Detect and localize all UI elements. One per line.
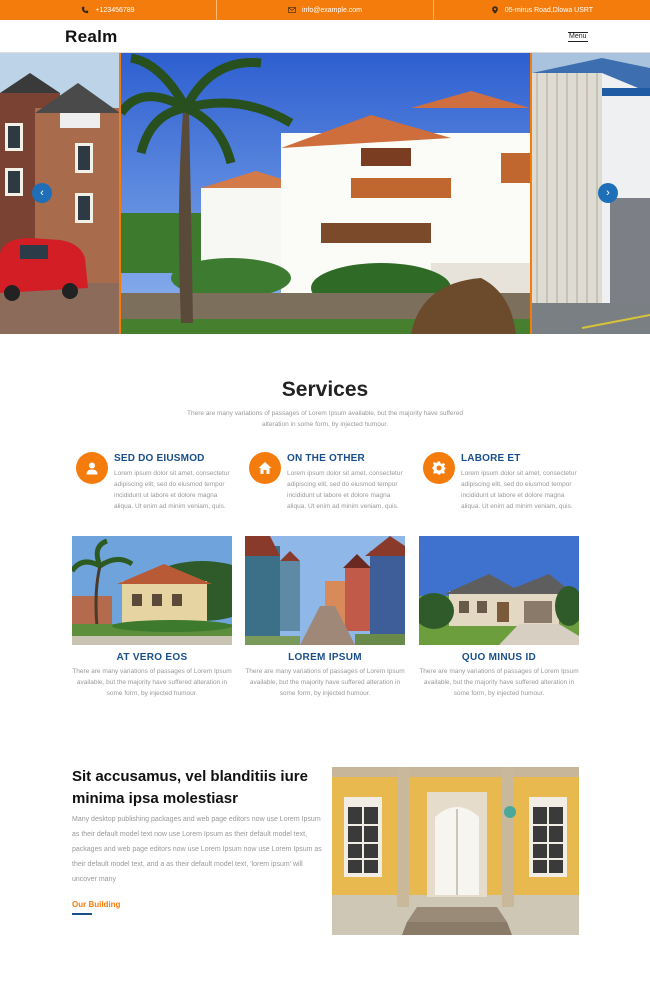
contact-email-text: info@example.com — [301, 6, 363, 14]
feature-icon-circle — [249, 452, 281, 484]
card-text: There are many variations of passages of… — [245, 668, 405, 697]
services-title: Services — [281, 378, 369, 401]
card-image-villa-hillside[interactable] — [72, 536, 232, 645]
about-image-yellow-facade — [332, 767, 579, 935]
menu-toggle-button[interactable]: Menu — [568, 32, 588, 42]
feature-icon-circle — [423, 452, 455, 484]
service-card: LOREM IPSUM There are many variations of… — [245, 536, 405, 699]
service-card: QUO MINUS ID There are many variations o… — [419, 536, 579, 699]
contact-phone-text: +123456789 — [95, 6, 135, 14]
site-logo[interactable]: Realm — [65, 27, 118, 47]
envelope-icon — [288, 7, 296, 13]
gear-icon — [432, 461, 446, 475]
feature-text: Lorem ipsum dolor sit amet, consectetur … — [287, 470, 403, 510]
navbar: Realm Menu — [0, 20, 650, 53]
slide-image-brick-houses — [0, 53, 120, 334]
top-contact-bar: +123456789 info@example.com 05-mirus Roa… — [0, 0, 650, 20]
slide-image-white-villas — [121, 53, 530, 334]
feature-title[interactable]: ON THE OTHER — [287, 453, 365, 464]
slider-prev-button[interactable]: ‹ — [32, 183, 52, 203]
card-image-suburban-house[interactable] — [419, 536, 579, 645]
card-text: There are many variations of passages of… — [72, 668, 232, 697]
feature-text: Lorem ipsum dolor sit amet, consectetur … — [114, 470, 230, 510]
feature-item: ON THE OTHER Lorem ipsum dolor sit amet,… — [249, 452, 409, 532]
feature-title[interactable]: SED DO EIUSMOD — [114, 453, 205, 464]
chevron-left-icon: ‹ — [40, 187, 44, 199]
map-marker-icon — [492, 6, 498, 14]
slide-image-metal-building — [532, 53, 650, 334]
feature-item: SED DO EIUSMOD Lorem ipsum dolor sit ame… — [76, 452, 236, 532]
services-subtitle: There are many variations of passages of… — [187, 410, 463, 428]
feature-icon-circle — [76, 452, 108, 484]
card-image-street-houses[interactable] — [245, 536, 405, 645]
service-card: AT VERO EOS There are many variations of… — [72, 536, 232, 699]
user-icon — [86, 462, 98, 475]
feature-item: LABORE ET Lorem ipsum dolor sit amet, co… — [423, 452, 583, 532]
card-text: There are many variations of passages of… — [419, 668, 579, 697]
chevron-right-icon: › — [606, 187, 610, 199]
contact-phone[interactable]: +123456789 — [0, 0, 217, 20]
our-building-link[interactable]: Our Building — [72, 900, 120, 909]
hero-image-slider[interactable]: ‹ › — [0, 53, 650, 334]
feature-text: Lorem ipsum dolor sit amet, consectetur … — [461, 470, 577, 510]
card-title[interactable]: QUO MINUS ID — [419, 652, 579, 663]
feature-title[interactable]: LABORE ET — [461, 453, 521, 464]
contact-address-text: 05-mirus Road,Dlowa USRT — [504, 6, 594, 14]
phone-icon — [82, 6, 89, 14]
contact-address[interactable]: 05-mirus Road,Dlowa USRT — [434, 0, 650, 20]
contact-email[interactable]: info@example.com — [217, 0, 434, 20]
link-underline — [72, 913, 92, 915]
card-title[interactable]: AT VERO EOS — [72, 652, 232, 663]
slider-next-button[interactable]: › — [598, 183, 618, 203]
card-title[interactable]: LOREM IPSUM — [245, 652, 405, 663]
about-heading: Sit accusamus, vel blanditiis iure minim… — [72, 768, 308, 807]
home-icon — [258, 462, 272, 474]
about-paragraph: Many desktop publishing packages and web… — [72, 816, 322, 883]
